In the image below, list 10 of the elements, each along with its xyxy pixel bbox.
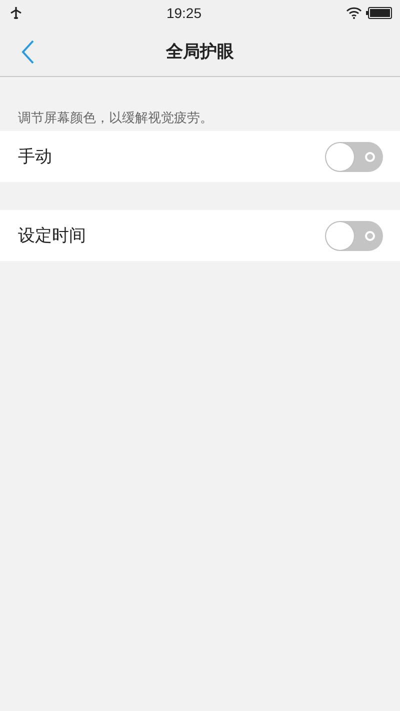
toggle-switch[interactable] — [325, 142, 383, 172]
airplane-icon — [10, 7, 22, 19]
wifi-icon — [346, 7, 362, 19]
setting-label: 手动 — [18, 146, 52, 168]
page-title: 全局护眼 — [166, 40, 234, 62]
toggle-switch[interactable] — [325, 220, 383, 250]
battery-icon — [366, 7, 392, 19]
description-text: 调节屏幕颜色，以缓解视觉疲劳。 — [17, 110, 214, 128]
status-time: 19:25 — [166, 5, 202, 21]
setting-label: 设定时间 — [18, 225, 86, 247]
